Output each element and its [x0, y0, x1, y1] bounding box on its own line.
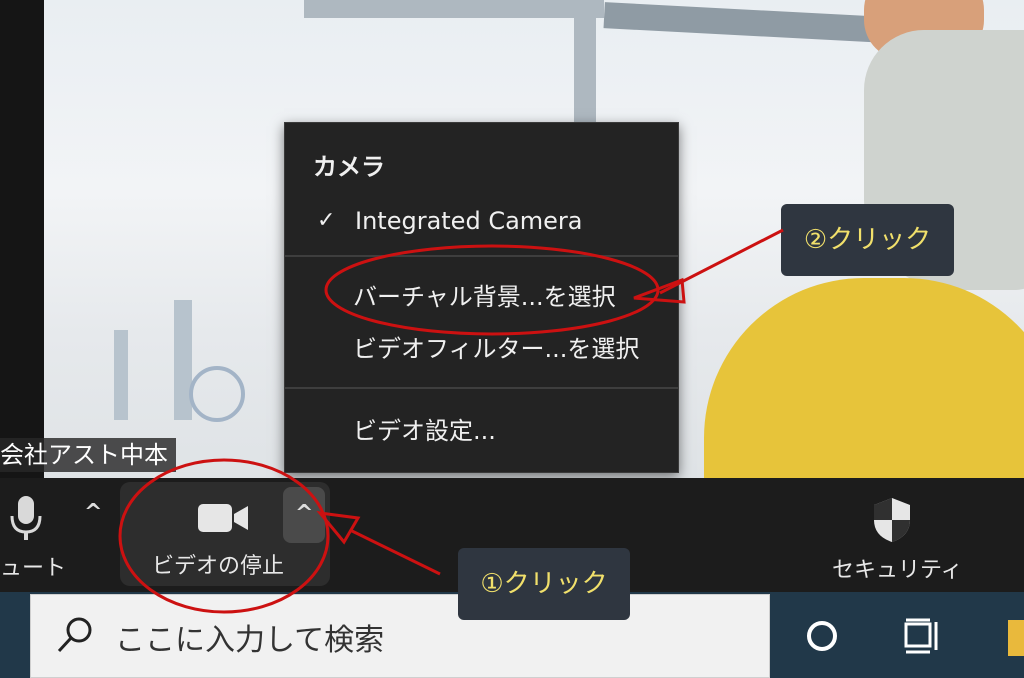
mute-options-caret[interactable]: ^ — [84, 500, 102, 525]
menu-separator — [285, 387, 678, 389]
sign-decoration — [189, 366, 245, 422]
mute-label: ュート — [0, 556, 67, 581]
taskbar-search-input[interactable]: ここに入力して検索 — [30, 594, 770, 678]
mute-button[interactable]: ュート — [0, 482, 66, 586]
menu-separator — [285, 255, 678, 257]
security-button[interactable]: セキュリティ — [820, 482, 970, 586]
shield-icon — [874, 498, 910, 542]
menu-item-video-settings[interactable]: ビデオ設定... — [285, 409, 678, 453]
search-icon — [57, 617, 92, 653]
chevron-up-icon: ^ — [295, 501, 314, 526]
video-options-caret[interactable]: ^ — [283, 487, 325, 543]
menu-item-label: ビデオ設定... — [353, 417, 496, 445]
video-camera-icon — [198, 504, 248, 532]
check-icon: ✓ — [317, 208, 336, 233]
menu-item-virtual-background[interactable]: バーチャル背景...を選択 — [285, 275, 678, 319]
menu-item-label: ビデオフィルター...を選択 — [353, 335, 640, 363]
menu-item-integrated-camera[interactable]: ✓ Integrated Camera — [285, 199, 678, 243]
left-panel-edge — [0, 0, 44, 478]
annotation-step1: ①クリック — [458, 548, 630, 620]
video-label: ビデオの停止 — [152, 554, 285, 579]
participant-name-tag: 会社アスト中本 — [0, 438, 176, 472]
menu-item-label: Integrated Camera — [355, 207, 583, 235]
camera-options-menu: カメラ ✓ Integrated Camera バーチャル背景...を選択 ビデ… — [284, 122, 679, 473]
task-view-icon[interactable] — [900, 616, 944, 656]
annotation-step2: ②クリック — [781, 204, 954, 276]
menu-item-video-filter[interactable]: ビデオフィルター...を選択 — [285, 327, 678, 371]
cortana-icon[interactable] — [804, 618, 840, 654]
person-shirt — [704, 278, 1024, 478]
security-label: セキュリティ — [832, 558, 963, 583]
search-placeholder: ここに入力して検索 — [115, 623, 385, 658]
menu-item-label: バーチャル背景...を選択 — [353, 283, 616, 311]
microphone-icon — [10, 496, 42, 540]
file-explorer-icon[interactable] — [1008, 620, 1024, 656]
menu-heading: カメラ — [313, 153, 385, 181]
